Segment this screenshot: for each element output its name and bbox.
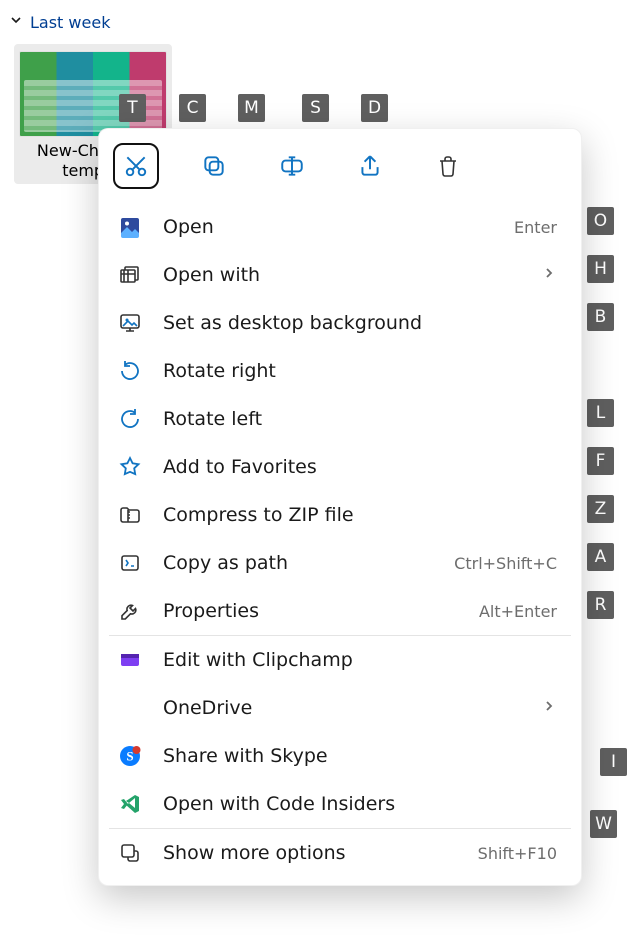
menu-show-more-options-label: Show more options — [163, 842, 458, 864]
rename-button[interactable] — [269, 143, 315, 189]
onedrive-icon — [117, 695, 143, 721]
group-label: Last week — [30, 13, 110, 32]
menu-compress-zip[interactable]: Compress to ZIP file — [99, 491, 581, 539]
wrench-icon — [117, 598, 143, 624]
menu-add-favorites[interactable]: Add to Favorites — [99, 443, 581, 491]
open-with-icon — [117, 262, 143, 288]
menu-onedrive[interactable]: OneDrive — [99, 684, 581, 732]
key-hint-C: C — [179, 94, 206, 122]
menu-set-background[interactable]: Set as desktop background — [99, 299, 581, 347]
key-hint-I: I — [600, 748, 627, 776]
menu-properties-accel: Alt+Enter — [479, 602, 557, 621]
menu-share-skype[interactable]: S Share with Skype — [99, 732, 581, 780]
submenu-chevron-icon — [541, 697, 557, 719]
menu-set-background-label: Set as desktop background — [163, 312, 557, 334]
quick-action-toolbar — [99, 137, 581, 203]
more-options-icon — [117, 840, 143, 866]
menu-rotate-right[interactable]: Rotate right — [99, 347, 581, 395]
key-hint-A: A — [587, 543, 614, 571]
menu-open-label: Open — [163, 216, 494, 238]
context-menu: Open Enter Open with Set as desktop back… — [98, 128, 582, 886]
menu-copy-as-path[interactable]: Copy as path Ctrl+Shift+C — [99, 539, 581, 587]
menu-copy-as-path-label: Copy as path — [163, 552, 434, 574]
menu-open-code-insiders-label: Open with Code Insiders — [163, 793, 557, 815]
menu-open-with[interactable]: Open with — [99, 251, 581, 299]
key-hint-H: H — [587, 255, 614, 283]
menu-onedrive-label: OneDrive — [163, 697, 521, 719]
clipchamp-icon — [117, 647, 143, 673]
menu-open-code-insiders[interactable]: Open with Code Insiders — [99, 780, 581, 828]
desktop-background-icon — [117, 310, 143, 336]
key-hint-L: L — [587, 399, 614, 427]
share-button[interactable] — [347, 143, 393, 189]
menu-rotate-right-label: Rotate right — [163, 360, 557, 382]
key-hint-Z: Z — [587, 495, 614, 523]
zip-folder-icon — [117, 502, 143, 528]
rotate-left-icon — [117, 406, 143, 432]
menu-open-accel: Enter — [514, 218, 557, 237]
svg-text:S: S — [126, 749, 133, 764]
vscode-insiders-icon — [117, 791, 143, 817]
key-hint-T: T — [119, 94, 146, 122]
group-header-last-week[interactable]: Last week — [0, 0, 643, 40]
key-hint-F: F — [587, 447, 614, 475]
star-icon — [117, 454, 143, 480]
menu-add-favorites-label: Add to Favorites — [163, 456, 557, 478]
key-hint-D: D — [361, 94, 388, 122]
cut-button[interactable] — [113, 143, 159, 189]
delete-button[interactable] — [425, 143, 471, 189]
menu-copy-as-path-accel: Ctrl+Shift+C — [454, 554, 557, 573]
menu-rotate-left[interactable]: Rotate left — [99, 395, 581, 443]
copy-button[interactable] — [191, 143, 237, 189]
menu-edit-clipchamp[interactable]: Edit with Clipchamp — [99, 636, 581, 684]
menu-properties-label: Properties — [163, 600, 459, 622]
key-hint-W: W — [590, 810, 617, 838]
menu-show-more-options[interactable]: Show more options Shift+F10 — [99, 829, 581, 877]
skype-icon: S — [117, 743, 143, 769]
key-hint-R: R — [587, 591, 614, 619]
key-hint-O: O — [587, 207, 614, 235]
key-hint-B: B — [587, 303, 614, 331]
chevron-down-icon — [8, 12, 24, 32]
rotate-right-icon — [117, 358, 143, 384]
menu-open[interactable]: Open Enter — [99, 203, 581, 251]
menu-compress-zip-label: Compress to ZIP file — [163, 504, 557, 526]
menu-rotate-left-label: Rotate left — [163, 408, 557, 430]
photo-icon — [117, 214, 143, 240]
menu-share-skype-label: Share with Skype — [163, 745, 557, 767]
submenu-chevron-icon — [541, 264, 557, 286]
key-hint-M: M — [238, 94, 265, 122]
menu-show-more-options-accel: Shift+F10 — [478, 844, 557, 863]
menu-edit-clipchamp-label: Edit with Clipchamp — [163, 649, 557, 671]
menu-properties[interactable]: Properties Alt+Enter — [99, 587, 581, 635]
key-hint-S: S — [302, 94, 329, 122]
menu-open-with-label: Open with — [163, 264, 521, 286]
copy-path-icon — [117, 550, 143, 576]
